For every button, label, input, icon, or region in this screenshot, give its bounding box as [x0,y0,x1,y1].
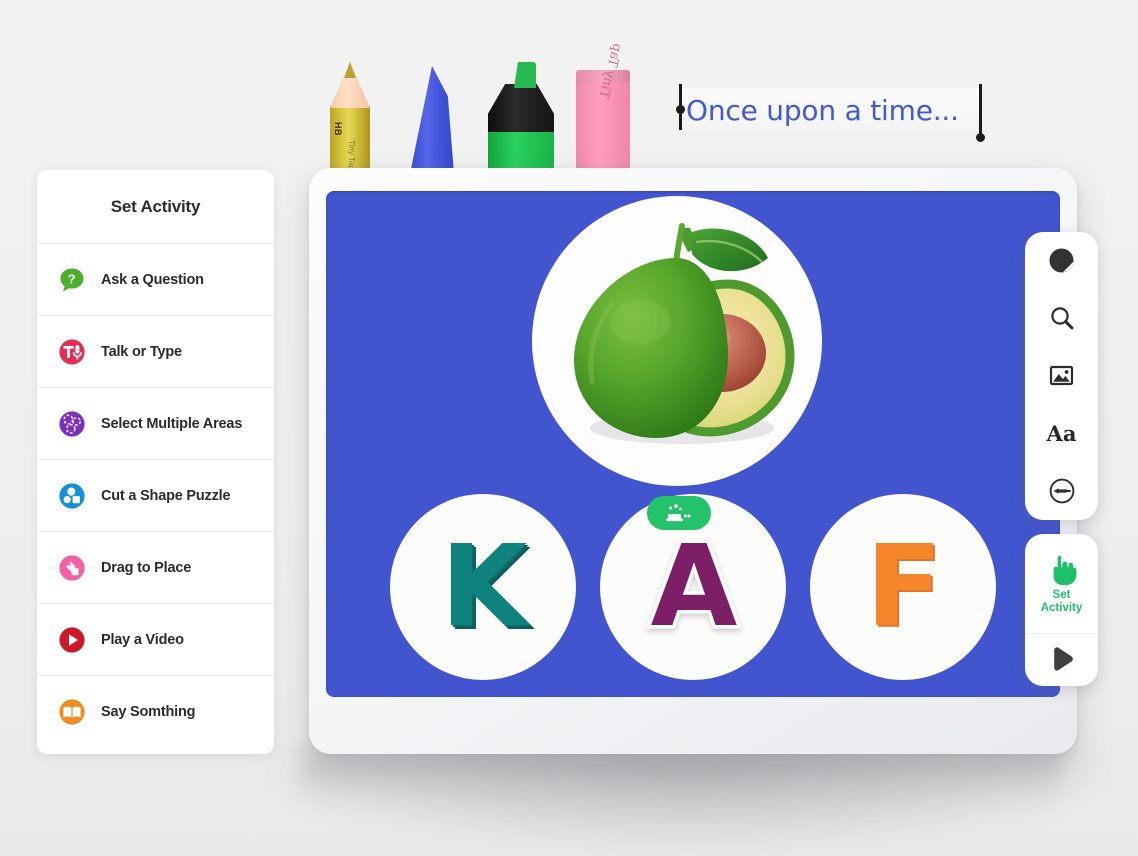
sticker-icon[interactable] [1036,238,1088,284]
sidebar-item-play-a-video[interactable]: Play a Video [37,604,274,676]
play-button[interactable] [1025,634,1098,686]
device-floor-shadow-soft [300,752,1060,812]
set-activity-label-line2: Activity [1040,602,1083,614]
pencil-brand-label: Tiny Tap [347,140,356,170]
sidebar-item-label: Ask a Question [101,271,204,288]
sidebar-item-ask-a-question[interactable]: ? Ask a Question [37,244,274,316]
sidebar-item-talk-or-type[interactable]: Talk or Type [37,316,274,388]
pointing-hand-icon [1053,555,1076,586]
text-icon-label: Aa [1046,421,1077,447]
sidebar-item-label: Select Multiple Areas [101,415,243,432]
canvas-toolbar: Aa [1025,232,1098,520]
sidebar-item-label: Say Somthing [101,704,196,720]
crayon-icon [410,66,454,174]
letter-circle-f[interactable]: F [810,494,996,680]
magic-hat-icon [666,504,691,522]
pencil-grade-label: HB [333,122,343,136]
sidebar-item-label: Talk or Type [101,343,182,360]
letter-circles: K A F [326,494,1060,694]
set-activity-sidebar: Set Activity ? Ask a Question Talk or Ty… [37,170,274,754]
sidebar-item-cut-a-shape-puzzle[interactable]: Cut a Shape Puzzle [37,460,274,532]
sidebar-item-say-somthing[interactable]: Say Somthing [37,676,274,748]
question-bubble-icon: ? [58,266,86,294]
search-icon[interactable] [1036,295,1088,341]
multi-select-icon [58,410,86,438]
eraser-icon: Tiny Tap [576,42,630,174]
letter-circle-a[interactable]: A [600,494,786,680]
highlighter-icon [488,62,554,174]
set-activity-button[interactable]: Set Activity [1025,534,1098,634]
letter-glyph: F [865,522,943,652]
letter-circle-k[interactable]: K [390,494,576,680]
selection-handle-right[interactable] [976,84,985,142]
sidebar-item-label: Cut a Shape Puzzle [101,487,231,504]
image-icon[interactable] [1036,353,1088,399]
sidebar-item-drag-to-place[interactable]: Drag to Place [37,532,274,604]
avocado-photo [574,223,795,444]
letter-glyph: A [647,522,741,652]
action-panel: Set Activity [1025,534,1098,686]
set-activity-label-line1: Set [1052,589,1071,602]
pencil-icon: HB Tiny Tap [330,62,370,174]
avocado-media-circle[interactable] [532,196,822,486]
svg-text:?: ? [68,271,76,286]
text-icon[interactable]: Aa [1036,411,1088,457]
sidebar-item-label: Play a Video [101,631,184,648]
pen-icon[interactable] [1036,468,1088,514]
shapes-puzzle-icon [58,482,86,510]
sidebar-item-label: Drag to Place [101,559,192,576]
play-icon [1053,647,1073,671]
selection-handle-left[interactable] [676,84,685,130]
open-book-icon [58,698,86,726]
story-text-value: Once upon a time... [686,93,959,127]
tablet-device-frame: K A F [309,168,1077,754]
letter-glyph: K [440,522,528,652]
play-video-icon [58,626,86,654]
drag-shapes-icon [58,554,86,582]
activity-canvas[interactable]: K A F [326,191,1060,697]
desk-tools: HB Tiny Tap Tiny Tap [318,42,668,174]
story-text-input[interactable]: Once upon a time... [680,88,980,132]
text-microphone-icon [58,338,86,366]
sidebar-title: Set Activity [37,170,274,244]
sidebar-item-select-multiple-areas[interactable]: Select Multiple Areas [37,388,274,460]
magic-hat-badge[interactable] [647,496,711,530]
